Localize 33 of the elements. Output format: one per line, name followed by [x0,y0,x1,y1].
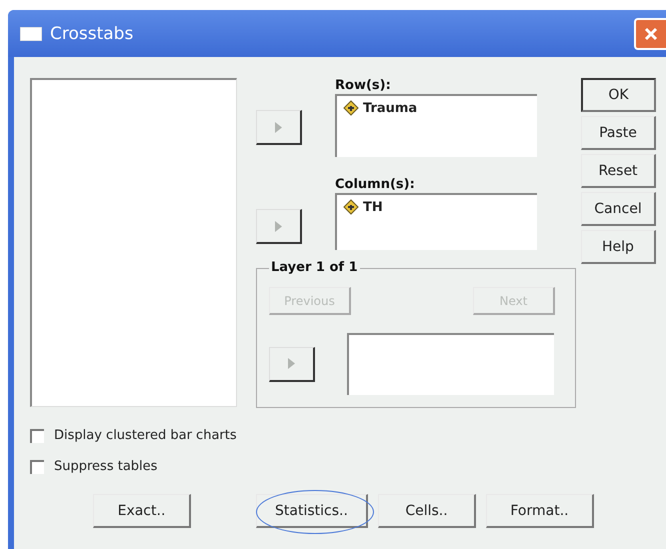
move-button[interactable] [256,110,302,145]
list-label: Row(s): [335,78,392,94]
dialog-button[interactable]: Reset [581,154,656,188]
rows-list[interactable]: Trauma [335,94,537,157]
window-title: Crosstabs [50,24,134,44]
dialog-button[interactable]: OK [581,78,656,112]
arrow-icon [275,220,282,232]
columns-list[interactable]: TH [335,193,537,250]
close-icon [643,26,659,42]
checkbox[interactable] [30,460,44,474]
layer-list[interactable] [347,333,554,395]
move-button[interactable] [256,209,302,244]
arrow-icon [288,358,295,369]
window-icon [20,26,42,40]
dialog-button[interactable]: Format.. [486,494,594,528]
checkbox-label: Display clustered bar charts [54,428,237,443]
dialog-button[interactable]: Cancel [581,192,656,226]
variable-item[interactable]: Trauma [363,100,418,116]
variable-icon [343,100,359,116]
group-label: Layer 1 of 1 [269,260,360,275]
dialog-button[interactable]: Exact.. [93,494,191,528]
dialog-button[interactable]: Cells.. [378,494,476,528]
dialog-button[interactable]: Statistics.. [256,494,368,528]
variable-icon [343,199,359,215]
arrow-icon [275,122,282,132]
close-button[interactable] [634,18,666,50]
dialog-button[interactable]: Paste [581,116,656,150]
list-label: Column(s): [335,177,416,193]
dialog-button[interactable]: Help [581,230,656,264]
checkbox[interactable] [30,428,44,442]
checkbox-label: Suppress tables [54,459,158,474]
variable-item[interactable]: TH [363,200,383,214]
move-button[interactable] [269,346,315,382]
